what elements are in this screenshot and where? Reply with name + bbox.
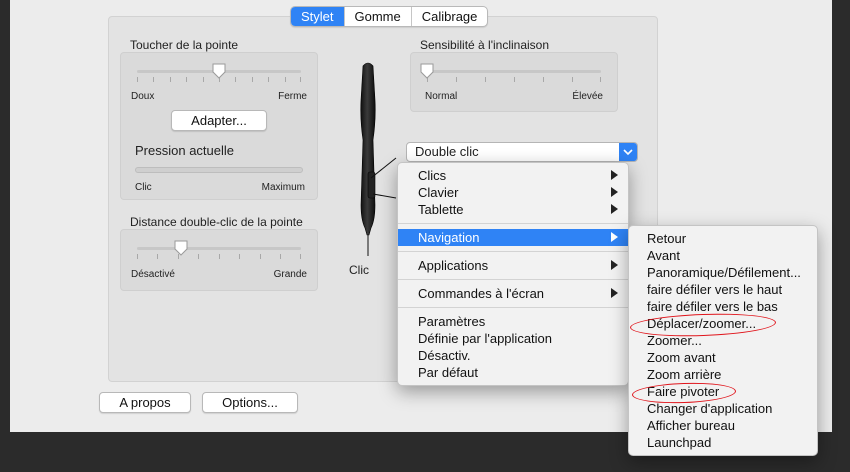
button-function-dropdown[interactable]: Double clic [406,142,638,162]
menu-item-label: Par défaut [418,365,478,380]
function-menu: Clics Clavier Tablette Navigation Applic… [397,162,629,386]
tilt-ticks [427,77,601,83]
tilt-sensitivity-title: Sensibilité à l'inclinaison [420,38,550,52]
double-click-distance-group: Désactivé Grande [120,229,318,291]
navigation-submenu: Retour Avant Panoramique/Défilement... f… [628,225,818,456]
tilt-min-label: Normal [425,91,458,102]
menu-item-definie-par-application[interactable]: Définie par l'application [398,330,628,347]
menu-item-label: Commandes à l'écran [418,286,545,301]
double-click-slider-knob[interactable] [174,240,188,256]
about-button[interactable]: A propos [99,392,191,413]
double-click-min-label: Désactivé [131,269,175,280]
dropdown-value: Double clic [415,144,479,159]
tilt-slider-knob[interactable] [420,63,434,79]
submenu-item-retour[interactable]: Retour [629,230,817,247]
submenu-item-zoom-arriere[interactable]: Zoom arrière [629,366,817,383]
menu-item-label: Navigation [418,230,480,245]
submenu-arrow-icon [611,170,618,180]
menu-item-navigation[interactable]: Navigation [398,229,628,246]
submenu-arrow-icon [611,204,618,214]
submenu-item-avant[interactable]: Avant [629,247,817,264]
menu-item-label: Clics [418,168,447,183]
menu-item-tablette[interactable]: Tablette [398,201,628,218]
menu-item-label: Désactiv. [418,348,471,363]
submenu-item-afficher-bureau[interactable]: Afficher bureau [629,417,817,434]
chevron-down-icon[interactable] [619,143,637,161]
submenu-arrow-icon [611,232,618,242]
pressure-meter [135,167,303,173]
menu-separator [398,223,628,224]
menu-item-applications[interactable]: Applications [398,257,628,274]
tilt-slider-track[interactable] [427,70,601,73]
tab-calibrage[interactable]: Calibrage [410,7,488,26]
pressure-min-label: Clic [135,182,152,193]
menu-separator [398,251,628,252]
submenu-item-panoramique[interactable]: Panoramique/Défilement... [629,264,817,281]
tab-gomme[interactable]: Gomme [343,7,411,26]
submenu-arrow-icon [611,260,618,270]
tip-feel-min-label: Doux [131,91,155,102]
pen-tip-label: Clic [349,263,369,277]
menu-item-label: Clavier [418,185,459,200]
tip-feel-max-label: Ferme [278,91,307,102]
menu-item-clavier[interactable]: Clavier [398,184,628,201]
menu-separator [398,307,628,308]
menu-item-clics[interactable]: Clics [398,167,628,184]
menu-item-parametres[interactable]: Paramètres [398,313,628,330]
menu-item-label: Tablette [418,202,464,217]
submenu-item-scroll-up[interactable]: faire défiler vers le haut [629,281,817,298]
tilt-max-label: Élevée [572,91,603,102]
menu-item-desactiv[interactable]: Désactiv. [398,347,628,364]
menu-item-label: Paramètres [418,314,486,329]
pen-icon [360,62,397,256]
submenu-item-scroll-down[interactable]: faire défiler vers le bas [629,298,817,315]
double-click-distance-title: Distance double-clic de la pointe [130,215,303,229]
pressure-max-label: Maximum [261,182,305,193]
menu-item-label: Définie par l'application [418,331,553,346]
tab-bar: Stylet Gomme Calibrage [290,6,489,27]
tilt-sensitivity-group: Normal Élevée [410,52,618,112]
submenu-item-launchpad[interactable]: Launchpad [629,434,817,451]
adapt-button[interactable]: Adapter... [171,110,267,131]
double-click-slider-track[interactable] [137,247,301,250]
tab-stylet[interactable]: Stylet [291,7,344,26]
tip-feel-slider-knob[interactable] [212,63,226,79]
menu-item-par-defaut[interactable]: Par défaut [398,364,628,381]
current-pressure-label: Pression actuelle [135,143,234,158]
double-click-ticks [137,254,301,260]
submenu-item-zoom-avant[interactable]: Zoom avant [629,349,817,366]
menu-item-label: Applications [418,258,489,273]
tip-feel-group: Doux Ferme Adapter... Pression actuelle … [120,52,318,200]
menu-separator [398,279,628,280]
submenu-arrow-icon [611,187,618,197]
tip-feel-title: Toucher de la pointe [130,38,239,52]
options-button[interactable]: Options... [202,392,298,413]
double-click-max-label: Grande [273,269,307,280]
menu-item-commandes-ecran[interactable]: Commandes à l'écran [398,285,628,302]
submenu-arrow-icon [611,288,618,298]
